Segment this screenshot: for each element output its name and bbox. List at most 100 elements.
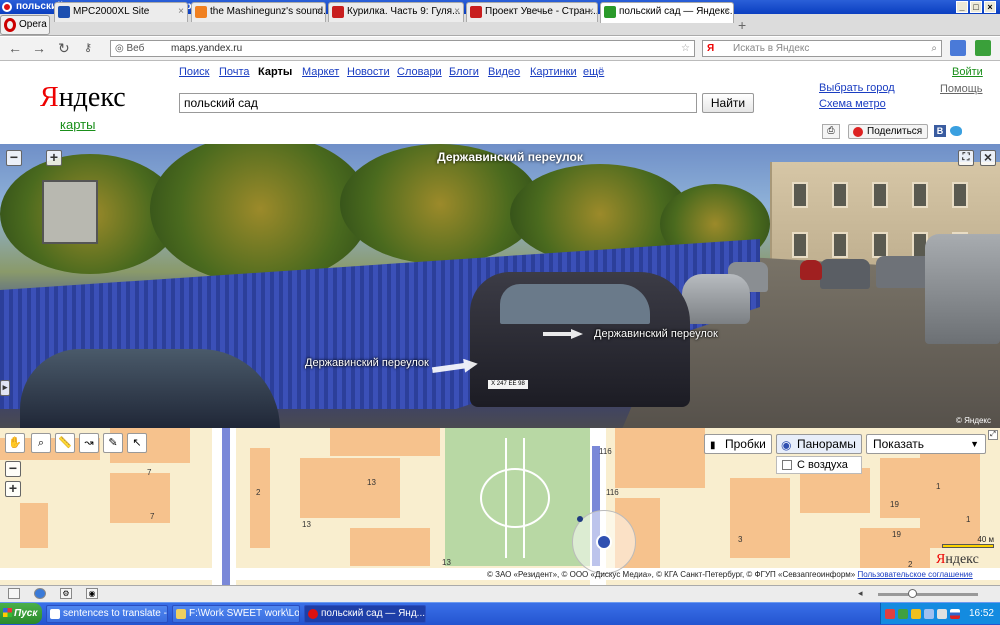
pano-side-toggle[interactable]: ▸: [0, 380, 10, 396]
new-tab-button[interactable]: +: [738, 17, 746, 33]
street-panorama[interactable]: Х 247 ЕЕ 98: [0, 144, 1000, 428]
unite-icon[interactable]: [34, 588, 46, 599]
foreground-car: [20, 349, 280, 428]
traffic-button[interactable]: ▮ Пробки: [704, 434, 772, 454]
search-icon[interactable]: ⌕: [931, 41, 937, 56]
opera-icon: [2, 2, 12, 12]
service-market[interactable]: Маркет: [302, 66, 339, 78]
page-zoom-knob[interactable]: [908, 589, 917, 598]
downloads-icon[interactable]: [975, 40, 991, 56]
maps-sublogo[interactable]: карты: [60, 117, 95, 132]
search-field[interactable]: Я Искать в Яндекс ⌕: [702, 40, 942, 57]
back-button[interactable]: ←: [8, 41, 22, 55]
windows-logo-icon: [3, 608, 12, 617]
map-edit-icon[interactable]: ✎: [103, 433, 123, 453]
aerial-checkbox[interactable]: С воздуха: [776, 456, 862, 474]
share-button[interactable]: Поделиться: [848, 124, 928, 139]
pano-zoom-out-button[interactable]: −: [6, 150, 22, 166]
parked-car: [800, 260, 822, 280]
tab-close-icon[interactable]: ×: [588, 3, 594, 21]
show-layers-dropdown[interactable]: Показать ▼: [866, 434, 986, 454]
road-line: [222, 428, 230, 585]
url-field[interactable]: ◎ Веб maps.yandex.ru ☆: [110, 40, 695, 57]
key-icon[interactable]: ⚷: [84, 41, 92, 55]
metro-map-link[interactable]: Схема метро: [819, 98, 886, 110]
panorama-street-label[interactable]: Державинский переулок: [594, 328, 718, 340]
turbo-icon[interactable]: ⚙: [60, 588, 72, 599]
tray-icon[interactable]: [898, 609, 908, 619]
panorama-street-label[interactable]: Державинский переулок: [305, 357, 429, 369]
taskbar-item-folder[interactable]: F:\Work SWEET work\Lo...: [172, 605, 300, 623]
tab-favicon-icon: [470, 6, 482, 18]
twitter-icon[interactable]: [950, 126, 962, 136]
zoom-out-icon[interactable]: ◂: [858, 588, 863, 599]
traffic-light-icon: ▮: [710, 440, 716, 451]
tab-kurilka[interactable]: Курилка. Часть 9: Гуля... ×: [328, 2, 464, 22]
taskbar-item-opera[interactable]: польский сад — Янд...: [304, 605, 426, 623]
close-window-button[interactable]: ×: [984, 1, 996, 13]
network-icon[interactable]: [924, 609, 934, 619]
tab-proekt-uvechye[interactable]: Проект Увечье - Стран... ×: [466, 2, 598, 22]
find-button[interactable]: Найти: [702, 93, 754, 113]
map-expand-icon[interactable]: ⤢: [988, 430, 998, 440]
ruler-icon[interactable]: 📏: [55, 433, 75, 453]
map-zoom-in-button[interactable]: +: [5, 481, 21, 497]
checkbox-icon[interactable]: [782, 460, 792, 470]
pano-zoom-in-button[interactable]: +: [46, 150, 62, 166]
choose-city-link[interactable]: Выбрать город: [819, 82, 895, 94]
route-icon[interactable]: ↝: [79, 433, 99, 453]
bookmark-star-icon[interactable]: ☆: [681, 41, 690, 56]
panorama-position-icon[interactable]: [596, 534, 612, 550]
tab-mashinegunz[interactable]: the Mashinegunz's sound... ×: [191, 2, 326, 22]
service-mail[interactable]: Почта: [219, 66, 250, 78]
tab-close-icon[interactable]: ×: [724, 3, 730, 21]
tab-close-icon[interactable]: ×: [178, 3, 184, 21]
service-more[interactable]: ещё: [583, 66, 604, 78]
opera-menu-button[interactable]: Opera: [0, 15, 50, 35]
tree: [150, 144, 370, 284]
map-marker-icon[interactable]: [577, 516, 583, 522]
map-search-input[interactable]: польский сад: [179, 93, 697, 113]
volume-icon[interactable]: [937, 609, 947, 619]
license-plate: Х 247 ЕЕ 98: [488, 380, 528, 389]
vk-icon[interactable]: B: [934, 125, 946, 137]
language-flag-icon[interactable]: [950, 609, 960, 619]
taskbar-item-word[interactable]: sentences to translate - ...: [46, 605, 168, 623]
service-search[interactable]: Поиск: [179, 66, 209, 78]
speed-dial-icon[interactable]: ◉: [86, 588, 98, 599]
map-yandex-logo: Яндекс: [936, 552, 979, 567]
zoom-area-icon[interactable]: ⌕: [31, 433, 51, 453]
service-blogs[interactable]: Блоги: [449, 66, 479, 78]
yandex-engine-icon[interactable]: Я: [707, 41, 714, 56]
pano-fullscreen-icon[interactable]: ⛶: [958, 150, 974, 166]
hand-tool-icon[interactable]: ✋: [5, 433, 25, 453]
tab-close-icon[interactable]: ×: [316, 3, 322, 21]
service-news[interactable]: Новости: [347, 66, 390, 78]
service-images[interactable]: Картинки: [530, 66, 577, 78]
help-link[interactable]: Помощь: [940, 83, 983, 95]
forward-button[interactable]: →: [32, 41, 46, 55]
panel-icon[interactable]: [8, 588, 20, 599]
minimize-button[interactable]: _: [956, 1, 968, 13]
service-dictionaries[interactable]: Словари: [397, 66, 442, 78]
user-agreement-link[interactable]: Пользовательское соглашение: [857, 570, 972, 579]
login-link[interactable]: Войти: [952, 66, 983, 78]
tab-yandex-maps[interactable]: польский сад — Яндекс... ×: [600, 2, 734, 23]
reload-button[interactable]: ↻: [58, 41, 70, 55]
print-icon[interactable]: ⎙: [822, 124, 840, 139]
tray-icon[interactable]: [911, 609, 921, 619]
map-zoom-out-button[interactable]: −: [5, 461, 21, 477]
start-button[interactable]: Пуск: [0, 603, 42, 624]
cursor-icon[interactable]: ↖: [127, 433, 147, 453]
tab-mpc2000xl[interactable]: MPC2000XL Site ×: [54, 2, 188, 22]
tray-icon[interactable]: [885, 609, 895, 619]
panel-toggle-icon[interactable]: [950, 40, 966, 56]
page-zoom-slider[interactable]: [878, 593, 978, 596]
tab-close-icon[interactable]: ×: [454, 3, 460, 21]
pano-close-button[interactable]: ×: [980, 150, 996, 166]
panoramas-button[interactable]: ◉ Панорамы: [776, 434, 862, 454]
service-video[interactable]: Видео: [488, 66, 520, 78]
yandex-logo[interactable]: Яндекс: [40, 82, 126, 114]
maximize-button[interactable]: □: [970, 1, 982, 13]
tab-favicon-icon: [58, 6, 70, 18]
